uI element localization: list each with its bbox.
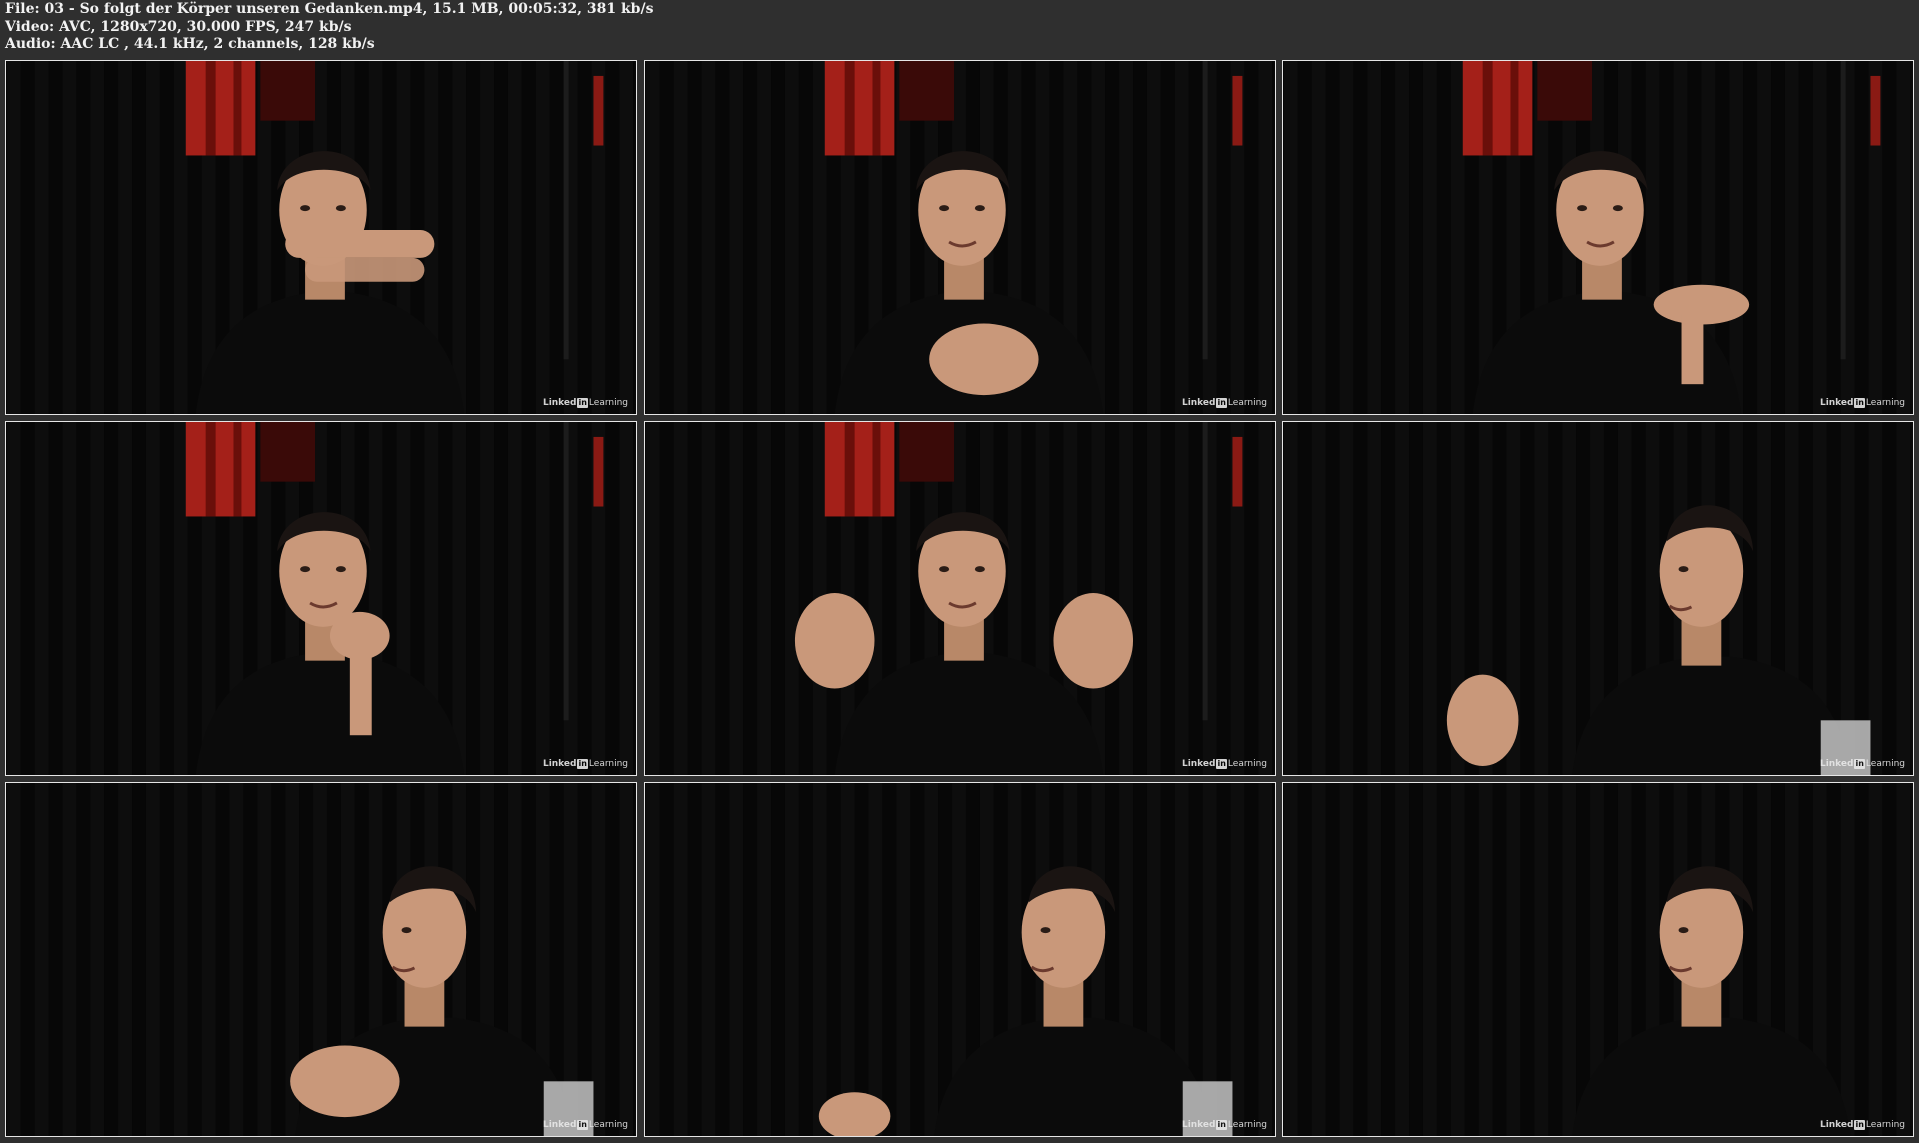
linkedin-learning-watermark: Linked in Learning	[1182, 759, 1267, 769]
watermark-linked: Linked	[542, 1120, 577, 1130]
watermark-learning: Learning	[1227, 759, 1267, 769]
audio-info-line: Audio: AAC LC , 44.1 kHz, 2 channels, 12…	[5, 36, 375, 52]
frame-image	[6, 61, 636, 414]
frame-image	[6, 422, 636, 775]
video-frame-thumbnail: Linked in Learning	[644, 782, 1276, 1137]
linkedin-learning-watermark: Linked in Learning	[543, 1120, 628, 1130]
watermark-linked: Linked	[1819, 398, 1854, 408]
video-frame-thumbnail: Linked in Learning	[1282, 421, 1914, 776]
linkedin-learning-watermark: Linked in Learning	[543, 759, 628, 769]
watermark-linked: Linked	[1181, 759, 1216, 769]
linkedin-learning-watermark: Linked in Learning	[1182, 398, 1267, 408]
linkedin-logo-icon: in	[1854, 1120, 1865, 1130]
video-frame-thumbnail: Linked in Learning	[1282, 60, 1914, 415]
linkedin-learning-watermark: Linked in Learning	[1820, 759, 1905, 769]
linkedin-logo-icon: in	[577, 398, 588, 408]
linkedin-learning-watermark: Linked in Learning	[543, 398, 628, 408]
frame-image	[1283, 61, 1913, 414]
watermark-learning: Learning	[1227, 398, 1267, 408]
frame-image	[1283, 783, 1913, 1136]
watermark-learning: Learning	[588, 759, 628, 769]
watermark-learning: Learning	[1227, 1120, 1267, 1130]
watermark-linked: Linked	[542, 759, 577, 769]
file-info-header: File: 03 - So folgt der Körper unseren G…	[5, 1, 653, 54]
linkedin-logo-icon: in	[1216, 759, 1227, 769]
linkedin-logo-icon: in	[1854, 759, 1865, 769]
watermark-linked: Linked	[542, 398, 577, 408]
watermark-learning: Learning	[588, 1120, 628, 1130]
frame-image	[6, 783, 636, 1136]
linkedin-logo-icon: in	[577, 1120, 588, 1130]
video-frame-thumbnail: Linked in Learning	[5, 782, 637, 1137]
watermark-learning: Learning	[1865, 1120, 1905, 1130]
frame-image	[1283, 422, 1913, 775]
watermark-learning: Learning	[1865, 759, 1905, 769]
video-info-line: Video: AVC, 1280x720, 30.000 FPS, 247 kb…	[5, 18, 352, 35]
frame-image	[645, 61, 1275, 414]
frame-image	[645, 422, 1275, 775]
frame-image	[645, 783, 1275, 1136]
watermark-linked: Linked	[1181, 1120, 1216, 1130]
watermark-learning: Learning	[1865, 398, 1905, 408]
watermark-linked: Linked	[1181, 398, 1216, 408]
linkedin-logo-icon: in	[1216, 398, 1227, 408]
linkedin-learning-watermark: Linked in Learning	[1820, 1120, 1905, 1130]
watermark-learning: Learning	[588, 398, 628, 408]
video-frame-thumbnail: Linked in Learning	[644, 421, 1276, 776]
watermark-linked: Linked	[1819, 1120, 1854, 1130]
watermark-linked: Linked	[1819, 759, 1854, 769]
video-frame-thumbnail: Linked in Learning	[5, 421, 637, 776]
video-frame-thumbnail: Linked in Learning	[1282, 782, 1914, 1137]
linkedin-learning-watermark: Linked in Learning	[1820, 398, 1905, 408]
linkedin-logo-icon: in	[577, 759, 588, 769]
linkedin-logo-icon: in	[1854, 398, 1865, 408]
video-frame-thumbnail: Linked in Learning	[5, 60, 637, 415]
file-info-line: File: 03 - So folgt der Körper unseren G…	[5, 1, 654, 17]
linkedin-logo-icon: in	[1216, 1120, 1227, 1130]
linkedin-learning-watermark: Linked in Learning	[1182, 1120, 1267, 1130]
video-frame-thumbnail: Linked in Learning	[644, 60, 1276, 415]
